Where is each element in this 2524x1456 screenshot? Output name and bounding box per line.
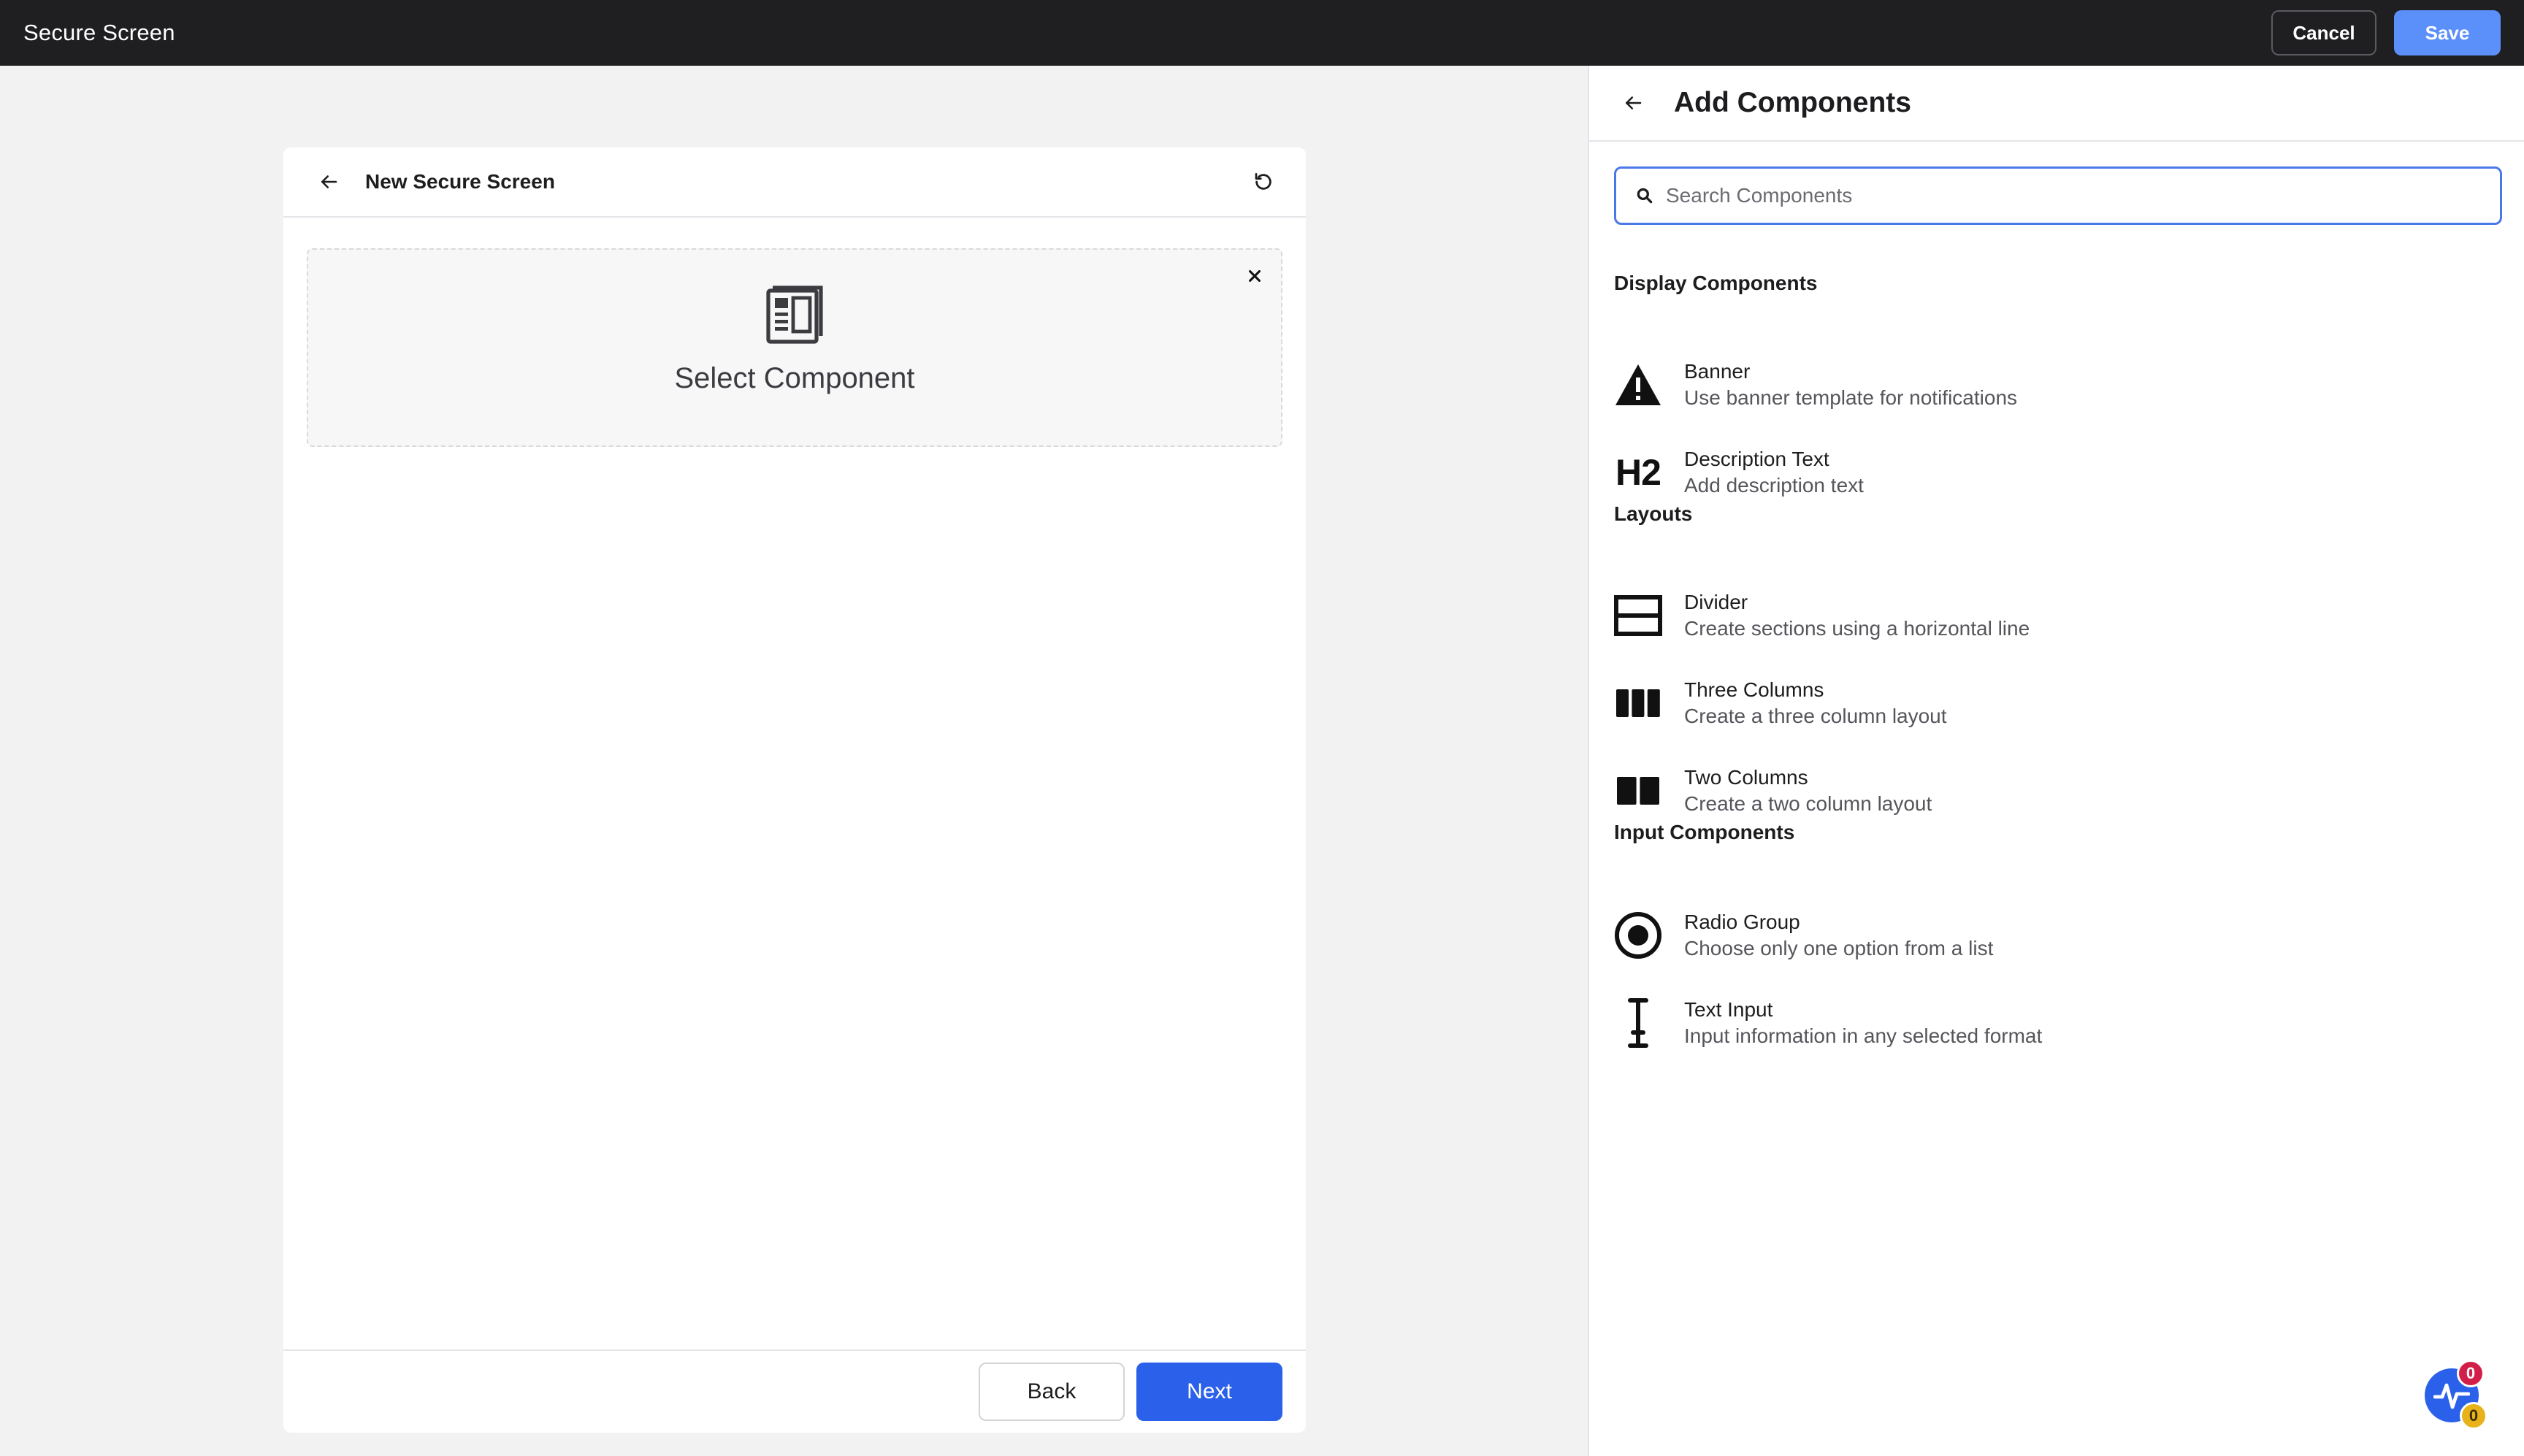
component-desc: Input information in any selected format: [1684, 1024, 2043, 1047]
search-box[interactable]: [1614, 166, 2502, 225]
component-desc: Create sections using a horizontal line: [1684, 617, 2030, 640]
component-name: Radio Group: [1684, 911, 1800, 933]
panel-header: Add Components: [1589, 66, 2524, 142]
section-input-components: Input Components: [1614, 821, 1795, 843]
component-name: Three Columns: [1684, 678, 1824, 701]
component-name: Banner: [1684, 360, 1751, 383]
radio-icon: [1614, 911, 1662, 959]
warning-count-badge: 0: [2460, 1402, 2487, 1430]
screen-card: New Secure Screen Select Component Back …: [283, 147, 1306, 1433]
component-desc: Create a three column layout: [1684, 705, 1947, 727]
two-columns-icon: [1614, 767, 1662, 815]
component-radio-group[interactable]: Radio Group Choose only one option from …: [1614, 903, 2490, 968]
component-slot[interactable]: Select Component: [307, 248, 1282, 447]
save-button[interactable]: Save: [2394, 10, 2501, 55]
component-text-input[interactable]: Text Input Input information in any sele…: [1614, 990, 2490, 1056]
reset-icon[interactable]: [1249, 167, 1278, 196]
component-three-columns[interactable]: Three Columns Create a three column layo…: [1614, 670, 2490, 736]
layout-icon: [765, 285, 824, 345]
text-cursor-icon: [1614, 998, 1662, 1048]
divider-icon: [1614, 591, 1662, 640]
section-layouts: Layouts: [1614, 502, 1693, 525]
close-icon[interactable]: [1242, 263, 1268, 289]
topbar-actions: Cancel Save: [2271, 10, 2501, 55]
next-button[interactable]: Next: [1136, 1363, 1282, 1421]
screen-card-footer: Back Next: [283, 1349, 1306, 1433]
search-input[interactable]: [1666, 184, 2469, 207]
component-banner[interactable]: Banner Use banner template for notificat…: [1614, 352, 2490, 418]
add-components-panel: Add Components Display Components Banner…: [1588, 66, 2524, 1456]
component-divider[interactable]: Divider Create sections using a horizont…: [1614, 583, 2490, 648]
component-desc: Add description text: [1684, 474, 1864, 497]
component-desc: Choose only one option from a list: [1684, 937, 1994, 959]
component-desc: Use banner template for notifications: [1684, 386, 2018, 409]
h2-icon: H2: [1615, 452, 1661, 493]
component-two-columns[interactable]: Two Columns Create a two column layout: [1614, 758, 2490, 824]
app-title: Secure Screen: [23, 20, 175, 45]
component-name: Text Input: [1684, 998, 1773, 1021]
search-icon: [1637, 188, 1653, 204]
three-columns-icon: [1614, 679, 1662, 727]
section-display-components: Display Components: [1614, 272, 1818, 294]
back-button[interactable]: Back: [979, 1363, 1125, 1421]
warning-icon: [1614, 361, 1662, 409]
panel-title: Add Components: [1674, 87, 1911, 118]
screen-card-header: New Secure Screen: [283, 147, 1306, 218]
cancel-button[interactable]: Cancel: [2271, 10, 2376, 55]
component-name: Two Columns: [1684, 766, 1808, 789]
panel-back-arrow-icon[interactable]: [1618, 88, 1648, 118]
error-count-badge: 0: [2457, 1360, 2485, 1387]
select-component-label: Select Component: [674, 362, 915, 394]
screen-title: New Secure Screen: [365, 170, 555, 193]
component-description-text[interactable]: H2 Description Text Add description text: [1614, 440, 2490, 505]
component-name: Description Text: [1684, 448, 1829, 470]
editor-canvas: New Secure Screen Select Component Back …: [0, 66, 1588, 1456]
component-name: Divider: [1684, 591, 1748, 613]
back-arrow-icon[interactable]: [314, 167, 343, 196]
component-desc: Create a two column layout: [1684, 792, 1932, 815]
top-bar: Secure Screen Cancel Save: [0, 0, 2524, 66]
